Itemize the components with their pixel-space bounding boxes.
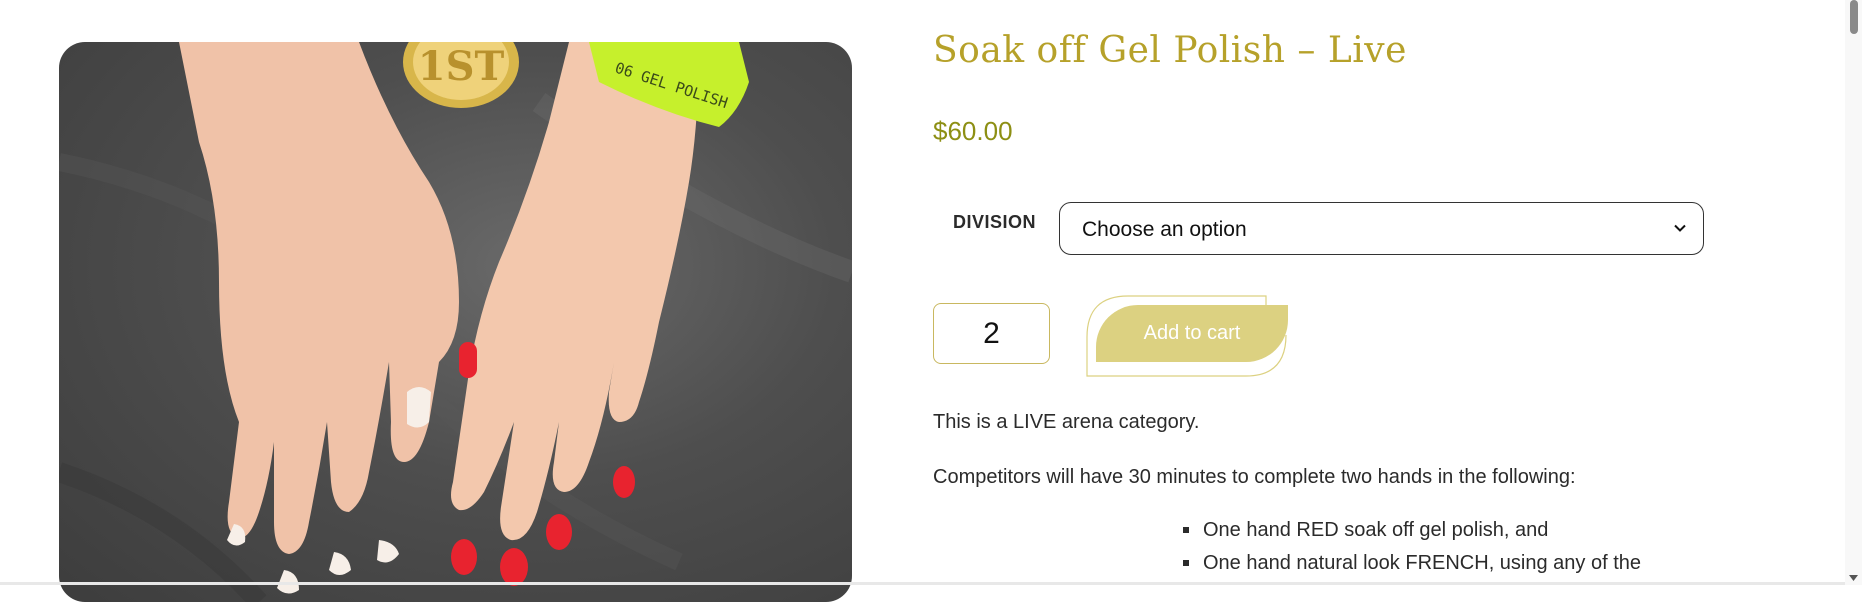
list-item: One hand RED soak off gel polish, and bbox=[1183, 518, 1641, 551]
requirements-list: One hand RED soak off gel polish, and On… bbox=[1183, 518, 1641, 584]
chevron-down-icon bbox=[1674, 224, 1686, 232]
scrollbar-thumb[interactable] bbox=[1850, 0, 1858, 34]
description-paragraph: This is a LIVE arena category. bbox=[933, 411, 1200, 433]
add-to-cart-button[interactable]: Add to cart bbox=[1096, 305, 1288, 362]
gold-medal: 1ST bbox=[403, 42, 519, 108]
product-image[interactable]: 1ST 06 GEL POLISH bbox=[59, 42, 852, 602]
vertical-scrollbar[interactable] bbox=[1845, 0, 1862, 585]
product-price: $60.00 bbox=[933, 116, 1013, 146]
division-label: DIVISION bbox=[953, 212, 1037, 232]
product-title: Soak off Gel Polish – Live bbox=[933, 30, 1407, 71]
division-select-value: Choose an option bbox=[1082, 218, 1247, 241]
product-photo-illustration: 1ST 06 GEL POLISH bbox=[59, 42, 852, 602]
division-select[interactable]: Choose an option bbox=[1059, 202, 1704, 255]
triangle-down-icon[interactable] bbox=[1849, 575, 1858, 581]
add-to-cart-wrapper: Add to cart bbox=[1086, 295, 1288, 377]
left-hand bbox=[179, 42, 459, 594]
list-item: One hand natural look FRENCH, using any … bbox=[1183, 551, 1641, 584]
svg-text:1ST: 1ST bbox=[418, 43, 505, 90]
description-paragraph: Competitors will have 30 minutes to comp… bbox=[933, 466, 1576, 488]
quantity-input[interactable] bbox=[933, 303, 1050, 364]
